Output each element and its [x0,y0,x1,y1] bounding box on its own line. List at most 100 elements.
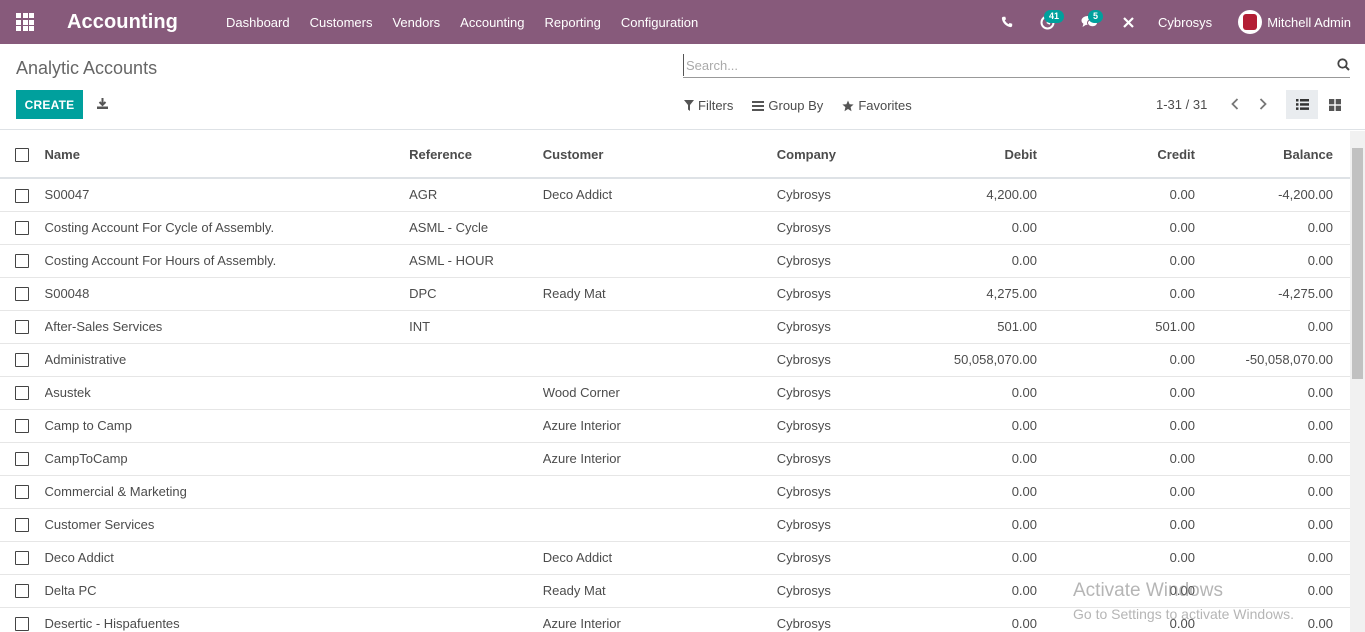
app-title[interactable]: Accounting [67,11,178,34]
cell-balance[interactable]: -4,275.00 [1194,277,1350,311]
cell-company[interactable]: Cybrosys [776,244,904,278]
cell-company[interactable]: Cybrosys [776,376,904,410]
cell-credit[interactable]: 0.00 [1037,574,1195,608]
cell-credit[interactable]: 0.00 [1037,244,1195,278]
cell-balance[interactable]: 0.00 [1194,244,1350,278]
messages-icon[interactable]: 5 [1076,0,1112,44]
cell-reference[interactable] [409,376,543,410]
row-checkbox[interactable] [15,386,29,401]
cell-balance[interactable]: 0.00 [1194,310,1350,344]
cell-customer[interactable] [542,310,777,344]
table-row[interactable]: After-Sales Services INT Cybrosys 501.00 501… [0,310,1350,344]
cell-balance[interactable]: -4,200.00 [1194,178,1350,212]
cell-credit[interactable]: 0.00 [1037,508,1195,542]
table-row[interactable]: Customer Services Cybrosys 0.00 0.00 0.00 [0,508,1350,542]
cell-customer[interactable]: Ready Mat [542,574,777,608]
cell-balance[interactable]: 0.00 [1194,376,1350,410]
scrollbar-thumb[interactable] [1352,148,1363,379]
cell-debit[interactable]: 501.00 [903,310,1037,344]
row-checkbox[interactable] [15,452,29,467]
column-balance[interactable]: Balance [1194,131,1350,179]
row-checkbox[interactable] [15,584,29,599]
cell-credit[interactable]: 0.00 [1037,343,1195,377]
menu-reporting[interactable]: Reporting [545,15,601,30]
debug-tools-icon[interactable] [1116,0,1140,44]
menu-accounting[interactable]: Accounting [460,15,524,30]
cell-customer[interactable] [542,244,777,278]
cell-reference[interactable]: DPC [409,277,543,311]
cell-customer[interactable]: Azure Interior [542,607,777,632]
cell-debit[interactable]: 0.00 [903,244,1037,278]
cell-credit[interactable]: 0.00 [1037,376,1195,410]
row-checkbox[interactable] [15,221,29,236]
table-row[interactable]: Costing Account For Hours of Assembly. AS… [0,244,1350,278]
cell-reference[interactable] [409,508,543,542]
favorites-button[interactable]: Favorites [842,98,912,113]
apps-menu-button[interactable] [0,0,50,44]
company-switcher[interactable]: Cybrosys [1158,15,1212,30]
pager-value[interactable]: 1-31 / 31 [1156,97,1207,112]
pager-next-button[interactable] [1249,98,1277,110]
row-checkbox[interactable] [15,320,29,335]
cell-reference[interactable]: INT [409,310,543,344]
cell-name[interactable]: Customer Services [44,508,410,542]
cell-credit[interactable]: 0.00 [1037,409,1195,443]
cell-name[interactable]: Commercial & Marketing [44,475,410,509]
cell-balance[interactable]: 0.00 [1194,574,1350,608]
table-row[interactable]: Costing Account For Cycle of Assembly. AS… [0,211,1350,245]
cell-credit[interactable]: 0.00 [1037,607,1195,632]
row-checkbox[interactable] [15,617,29,632]
download-icon[interactable] [96,97,109,113]
cell-debit[interactable]: 0.00 [903,607,1037,632]
cell-reference[interactable] [409,574,543,608]
table-row[interactable]: Deco Addict Deco Addict Cybrosys 0.00 0.00 0.… [0,541,1350,575]
column-name[interactable]: Name [44,131,410,179]
cell-company[interactable]: Cybrosys [776,277,904,311]
cell-reference[interactable]: AGR [409,178,543,212]
cell-customer[interactable] [542,343,777,377]
activity-clock-icon[interactable]: 41 [1032,0,1072,44]
row-checkbox[interactable] [15,188,29,203]
row-checkbox[interactable] [15,518,29,533]
cell-debit[interactable]: 0.00 [903,442,1037,476]
cell-name[interactable]: Deco Addict [44,541,410,575]
row-checkbox[interactable] [15,419,29,434]
table-row[interactable]: Delta PC Ready Mat Cybrosys 0.00 0.00 0.00 [0,574,1350,608]
cell-company[interactable]: Cybrosys [776,607,904,632]
cell-reference[interactable] [409,442,543,476]
create-button[interactable]: CREATE [16,90,83,119]
cell-customer[interactable]: Azure Interior [542,442,777,476]
menu-customers[interactable]: Customers [310,15,373,30]
cell-balance[interactable]: 0.00 [1194,508,1350,542]
cell-customer[interactable]: Wood Corner [542,376,777,410]
cell-customer[interactable]: Deco Addict [542,541,777,575]
cell-name[interactable]: Asustek [44,376,410,410]
cell-name[interactable]: Desertic - Hispafuentes [44,607,410,632]
cell-balance[interactable]: 0.00 [1194,541,1350,575]
table-row[interactable]: Asustek Wood Corner Cybrosys 0.00 0.00 0.00 [0,376,1350,410]
table-row[interactable]: CampToCamp Azure Interior Cybrosys 0.00 0.00… [0,442,1350,476]
table-row[interactable]: Camp to Camp Azure Interior Cybrosys 0.00 0.… [0,409,1350,443]
cell-credit[interactable]: 0.00 [1037,277,1195,311]
cell-customer[interactable] [542,475,777,509]
cell-company[interactable]: Cybrosys [776,343,904,377]
cell-debit[interactable]: 0.00 [903,376,1037,410]
cell-credit[interactable]: 501.00 [1037,310,1195,344]
cell-name[interactable]: Administrative [44,343,410,377]
cell-reference[interactable]: ASML - HOUR [409,244,543,278]
table-row[interactable]: S00047 AGR Deco Addict Cybrosys 4,200.00 0.00… [0,178,1350,212]
cell-debit[interactable]: 0.00 [903,409,1037,443]
table-row[interactable]: S00048 DPC Ready Mat Cybrosys 4,275.00 0.00 -4… [0,277,1350,311]
cell-debit[interactable]: 0.00 [903,541,1037,575]
cell-balance[interactable]: 0.00 [1194,475,1350,509]
menu-configuration[interactable]: Configuration [621,15,698,30]
cell-reference[interactable]: ASML - Cycle [409,211,543,245]
cell-debit[interactable]: 0.00 [903,574,1037,608]
cell-name[interactable]: Camp to Camp [44,409,410,443]
column-reference[interactable]: Reference [409,131,543,179]
cell-debit[interactable]: 4,275.00 [903,277,1037,311]
cell-customer[interactable] [542,508,777,542]
cell-company[interactable]: Cybrosys [776,508,904,542]
cell-company[interactable]: Cybrosys [776,409,904,443]
search-icon[interactable] [1337,58,1350,74]
